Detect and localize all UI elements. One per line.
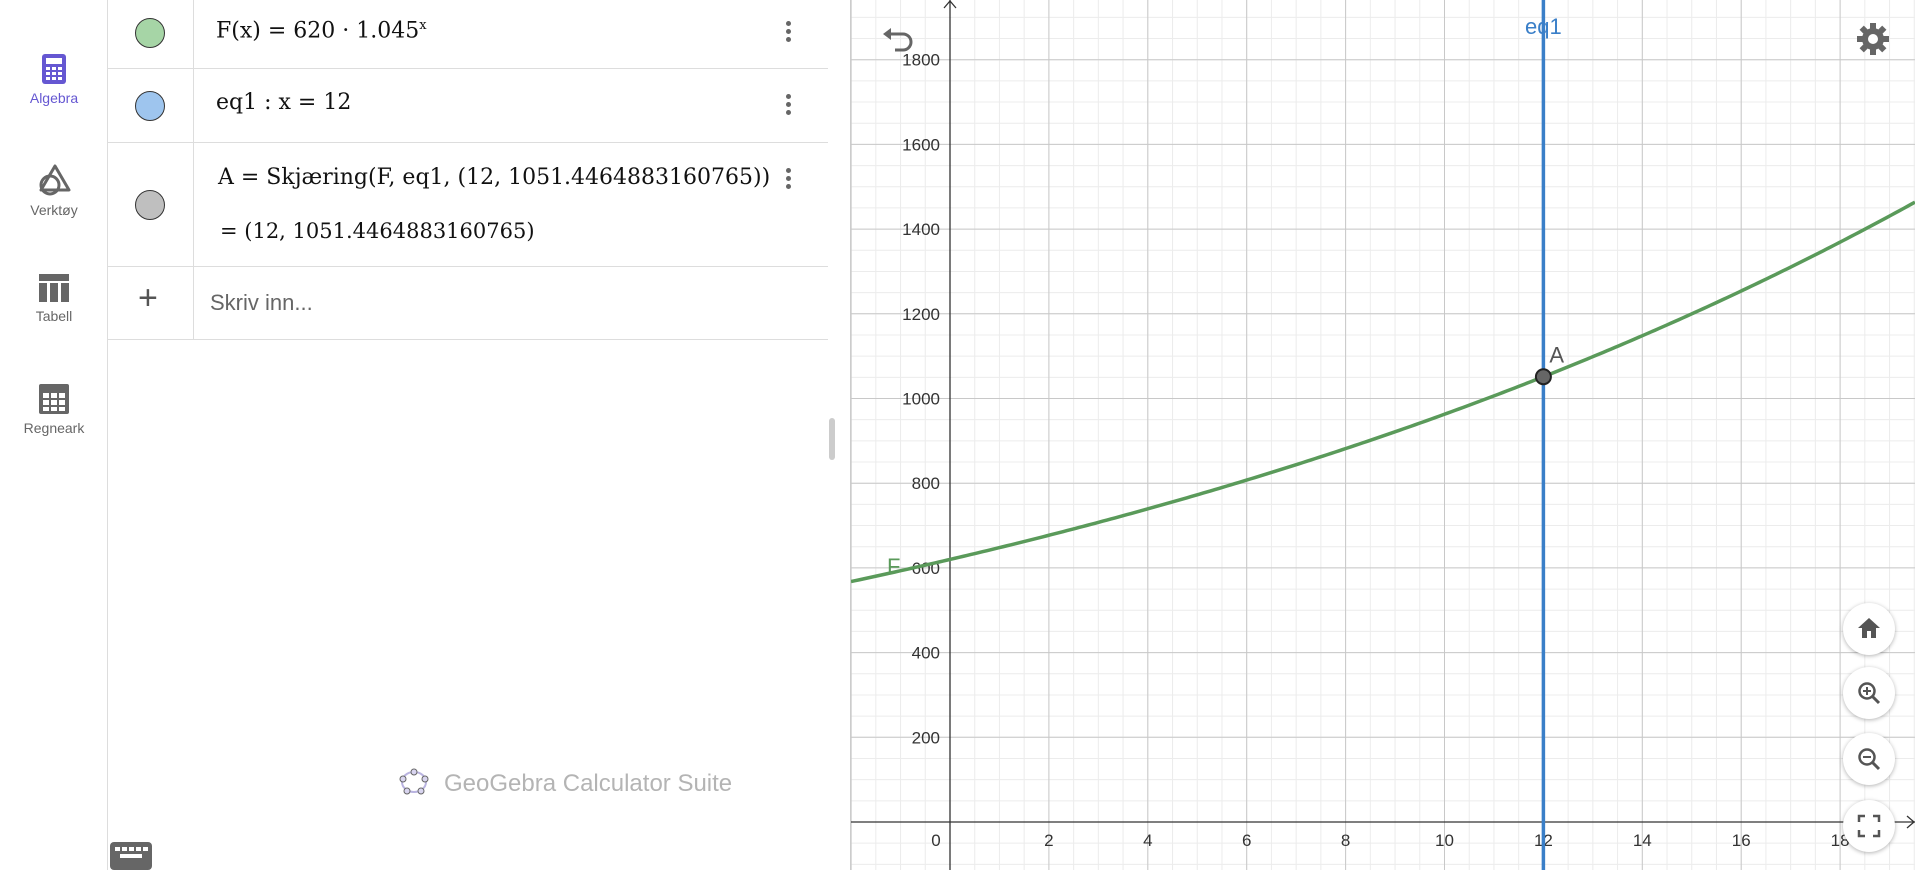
- y-tick-label: 200: [912, 728, 940, 747]
- algebra-row-point-a[interactable]: A = Skjæring(F, eq1, (12, 1051.446488316…: [108, 143, 828, 267]
- zoom-in-button[interactable]: [1843, 667, 1895, 719]
- more-options-icon[interactable]: [776, 165, 800, 195]
- more-options-icon[interactable]: [776, 91, 800, 121]
- table-icon: [0, 274, 108, 302]
- settings-icon[interactable]: [1856, 22, 1890, 56]
- rail-item-label: Verktøy: [30, 202, 78, 218]
- algebra-input[interactable]: [208, 267, 808, 339]
- rail-item-label: Regneark: [23, 420, 85, 436]
- y-tick-label: 800: [912, 474, 940, 493]
- x-tick-label: 6: [1242, 831, 1251, 850]
- brand-text: GeoGebra Calculator Suite: [444, 770, 733, 797]
- exponent-text: x: [419, 18, 427, 33]
- x-tick-label: 8: [1341, 831, 1350, 850]
- point-label: A: [1549, 343, 1564, 368]
- brand: GeoGebra Calculator Suite: [398, 766, 732, 802]
- y-tick-label: 1000: [902, 390, 940, 409]
- calculator-icon: [0, 54, 108, 84]
- point-definition-text: A = Skjæring(F, eq1, (12, 1051.446488316…: [218, 165, 771, 190]
- x-tick-label: 14: [1633, 831, 1652, 850]
- function-definition: F(x) = 620 · 1.045x: [216, 18, 427, 43]
- visibility-toggle[interactable]: [135, 91, 165, 121]
- visibility-toggle[interactable]: [135, 190, 165, 220]
- function-text: F(x) = 620 · 1.045: [216, 18, 420, 44]
- graph-canvas[interactable]: 024681012141618 200400600800100012001400…: [851, 0, 1915, 870]
- plus-icon[interactable]: +: [138, 281, 158, 315]
- algebra-view: F(x) = 620 · 1.045x eq1 : x = 12 A = Skj…: [108, 0, 828, 870]
- fullscreen-button[interactable]: [1843, 800, 1895, 852]
- y-tick-label: 1400: [902, 220, 940, 239]
- panel-resize-handle[interactable]: [829, 418, 835, 460]
- function-curve[interactable]: [851, 200, 1915, 584]
- rail-item-spreadsheet[interactable]: Regneark: [0, 384, 108, 474]
- point-output-text: = (12, 1051.4464883160765): [220, 219, 535, 243]
- keyboard-icon[interactable]: [108, 840, 158, 870]
- y-tick-label: 1200: [902, 305, 940, 324]
- home-button[interactable]: [1843, 603, 1895, 655]
- visibility-toggle[interactable]: [135, 18, 165, 48]
- y-tick-label: 400: [912, 644, 940, 663]
- y-tick-label: 1600: [902, 135, 940, 154]
- x-tick-label: 4: [1143, 831, 1152, 850]
- x-tick-label: 2: [1044, 831, 1053, 850]
- rail-item-label: Tabell: [35, 308, 73, 324]
- geogebra-logo-icon: [398, 767, 430, 802]
- function-label: F: [887, 554, 900, 579]
- left-rail: Algebra Verktøy Tabell Regneark: [0, 0, 108, 870]
- algebra-row-function[interactable]: F(x) = 620 · 1.045x: [108, 0, 828, 69]
- x-tick-label: 10: [1435, 831, 1454, 850]
- x-tick-label: 0: [931, 831, 940, 850]
- graphics-view[interactable]: 024681012141618 200400600800100012001400…: [851, 0, 1915, 870]
- eq1-text: eq1 : x = 12: [216, 90, 352, 115]
- undo-icon[interactable]: [881, 28, 921, 58]
- algebra-input-row[interactable]: +: [108, 267, 828, 340]
- y-tick-labels: 20040060080010001200140016001800: [902, 51, 940, 748]
- spreadsheet-icon: [0, 384, 108, 414]
- more-options-icon[interactable]: [776, 18, 800, 48]
- algebra-row-eq1[interactable]: eq1 : x = 12: [108, 69, 828, 143]
- x-tick-label: 16: [1732, 831, 1751, 850]
- zoom-out-button[interactable]: [1843, 733, 1895, 785]
- rail-item-algebra[interactable]: Algebra: [0, 54, 108, 144]
- intersection-point[interactable]: [1534, 368, 1552, 386]
- line-label: eq1: [1525, 14, 1562, 39]
- tools-icon: [0, 164, 108, 196]
- x-tick-labels: 024681012141618: [931, 831, 1849, 850]
- rail-item-tools[interactable]: Verktøy: [0, 164, 108, 254]
- rail-item-table[interactable]: Tabell: [0, 274, 108, 364]
- rail-item-label: Algebra: [29, 90, 79, 106]
